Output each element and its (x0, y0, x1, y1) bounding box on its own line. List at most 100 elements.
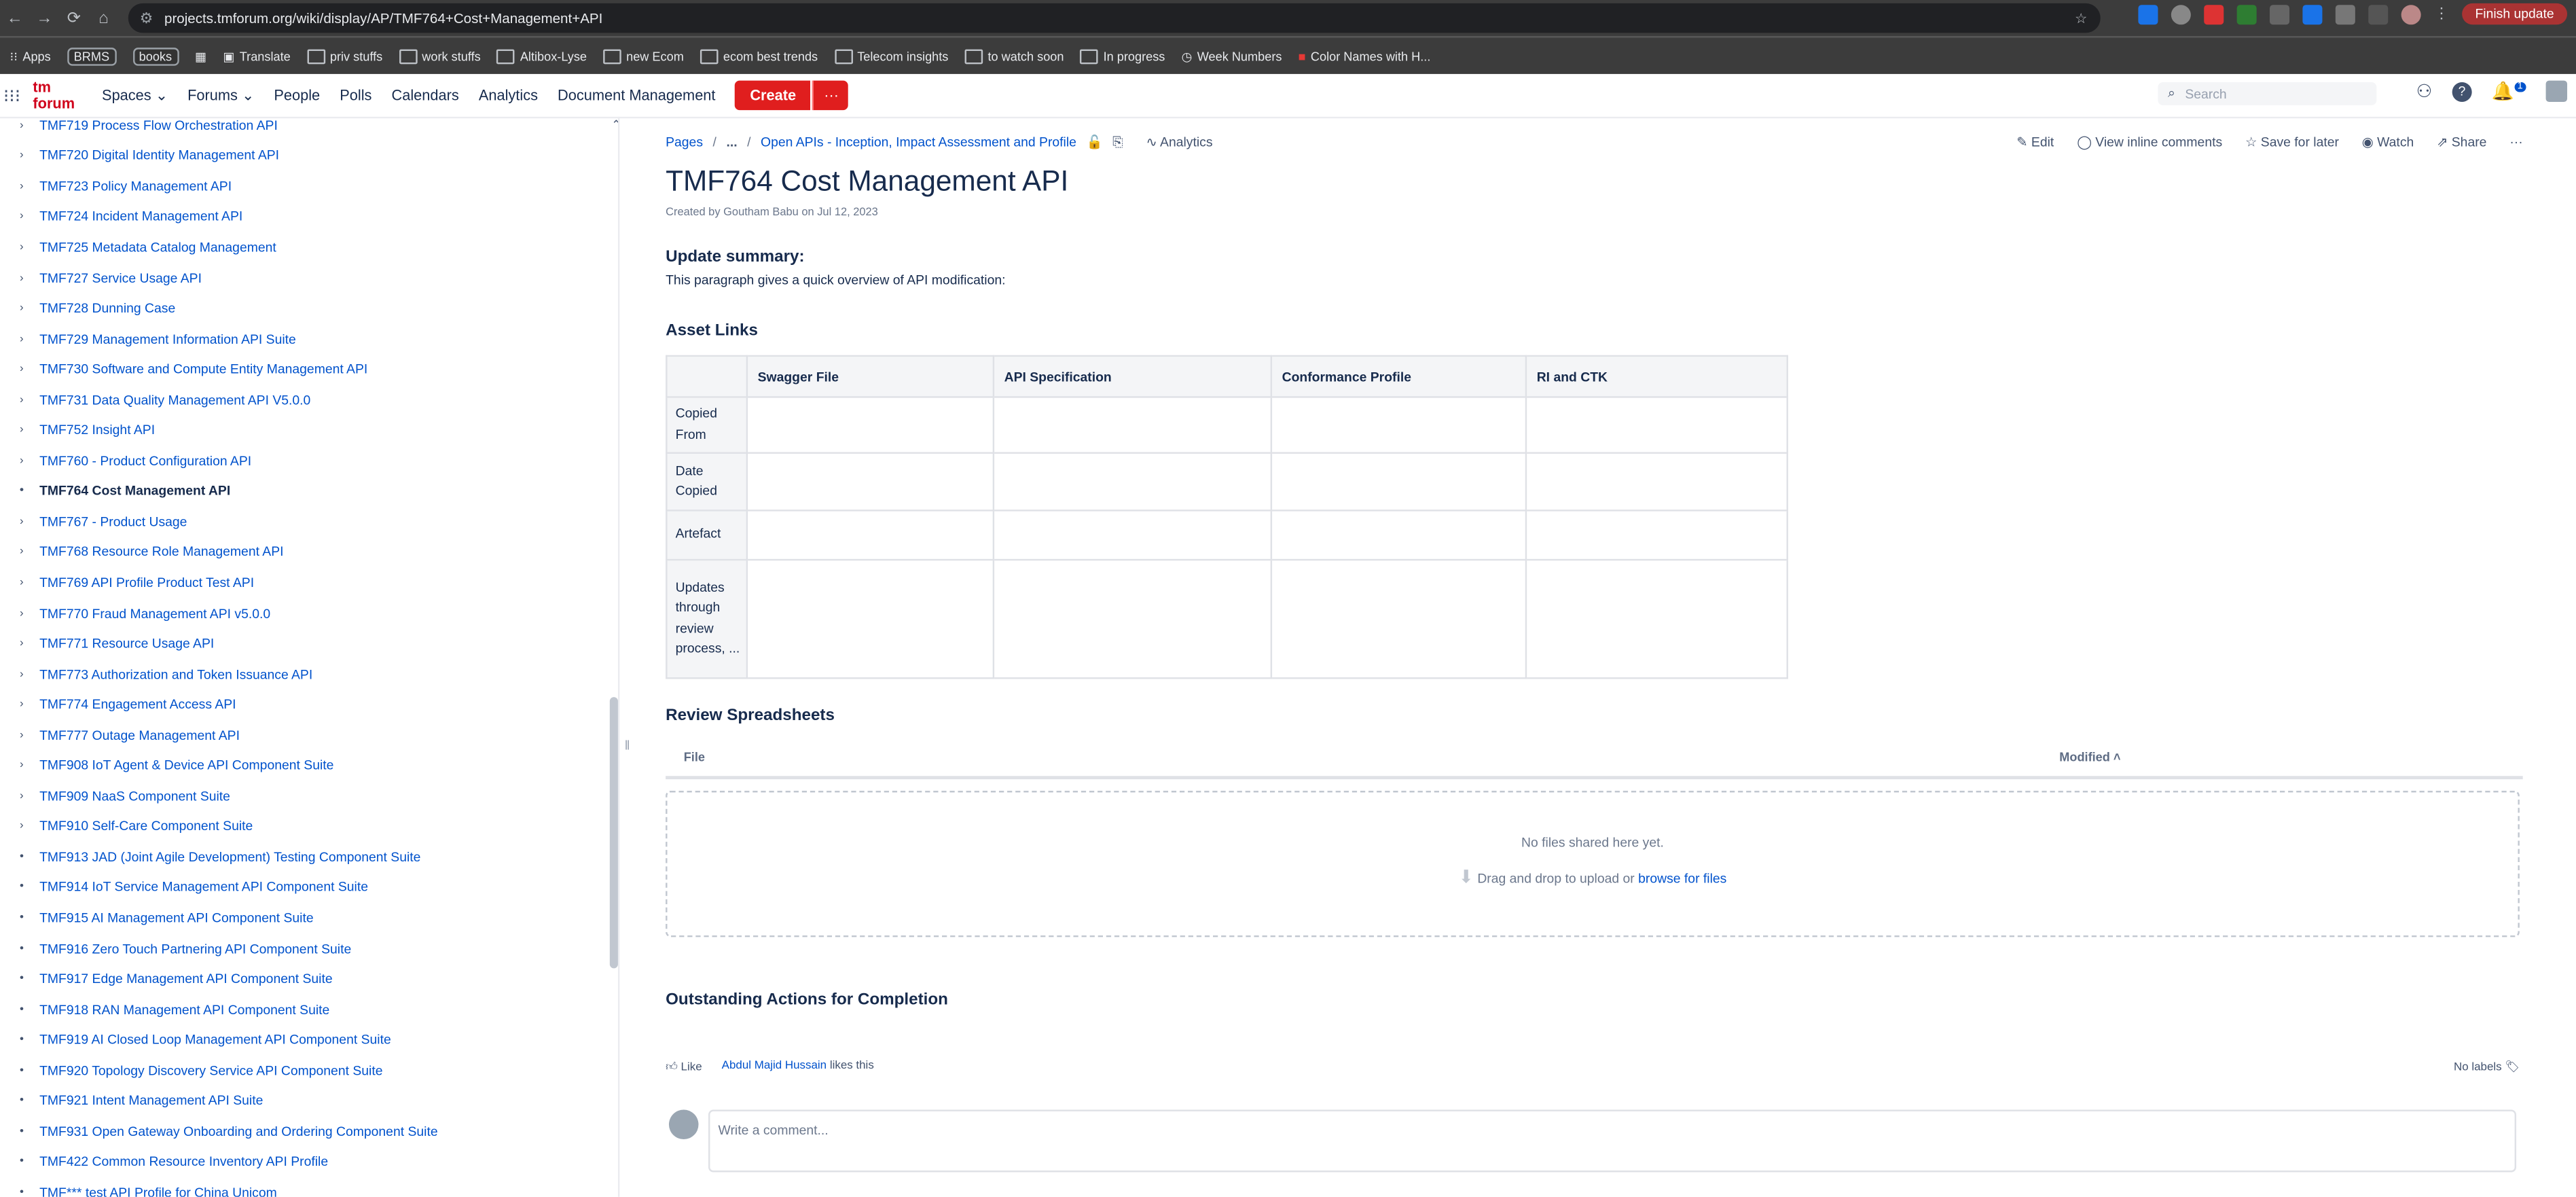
sidebar-tree-item[interactable]: • TMF916 Zero Touch Partnering API Compon… (0, 933, 608, 964)
address-bar[interactable]: ⚙ projects.tmforum.org/wiki/display/AP/T… (128, 3, 2101, 33)
sidebar-tree-item[interactable]: › TMF720 Digital Identity Management API (0, 141, 608, 171)
expand-chevron-icon[interactable]: › (20, 120, 39, 131)
sidebar-item-label[interactable]: TMF768 Resource Role Management API (39, 545, 283, 560)
expand-chevron-icon[interactable]: › (20, 668, 39, 680)
sidebar-item-label[interactable]: TMF729 Management Information API Suite (39, 332, 296, 346)
extensions-puzzle-icon[interactable] (2335, 4, 2355, 24)
sidebar-item-label[interactable]: TMF719 Process Flow Orchestration API (39, 118, 278, 133)
binoculars-icon[interactable]: ⚇ (2416, 81, 2433, 102)
expand-chevron-icon[interactable]: › (20, 791, 39, 802)
sidebar-item-label[interactable]: TMF917 Edge Management API Component Sui… (39, 971, 333, 986)
sidebar-tree-item[interactable]: › TMF773 Authorization and Token Issuance… (0, 659, 608, 690)
restrictions-icon[interactable]: 🔓 (1086, 135, 1102, 151)
sidebar-tree-item[interactable]: › TMF725 Metadata Catalog Management (0, 232, 608, 263)
sidebar-tree-item[interactable]: › TMF769 API Profile Product Test API (0, 567, 608, 598)
nav-spaces[interactable]: Spaces ⌄ (102, 86, 168, 105)
modified-column-header[interactable]: Modified ˄ (2059, 750, 2120, 765)
labels-area[interactable]: No labels 🏷︎ (2454, 1060, 2520, 1073)
url-text[interactable]: projects.tmforum.org/wiki/display/AP/TMF… (164, 10, 602, 26)
reload-icon[interactable]: ⟳ (59, 9, 89, 27)
bookmark-folder[interactable]: Altibox-Lyse (496, 48, 587, 64)
expand-chevron-icon[interactable]: › (20, 607, 39, 619)
notifications-icon[interactable]: 🔔 1 (2492, 81, 2526, 102)
sidebar-item-label[interactable]: TMF773 Authorization and Token Issuance … (39, 667, 312, 682)
extension-icon[interactable] (2171, 4, 2191, 24)
sidebar-tree-item[interactable]: › TMF723 Policy Management API (0, 171, 608, 202)
home-icon[interactable]: ⌂ (89, 9, 119, 27)
expand-chevron-icon[interactable]: › (20, 760, 39, 772)
sidebar-tree-item[interactable]: • TMF921 Intent Management API Suite (0, 1086, 608, 1116)
sidebar-tree-item[interactable]: › TMF909 NaaS Component Suite (0, 781, 608, 812)
extension-icon[interactable] (2138, 4, 2158, 24)
analytics-link[interactable]: ∿ Analytics (1146, 135, 1212, 151)
expand-chevron-icon[interactable]: › (20, 242, 39, 253)
bookmark-folder[interactable]: work stuffs (399, 48, 481, 64)
bookmark-star-icon[interactable]: ☆ (2075, 9, 2087, 27)
sidebar-item-label[interactable]: TMF908 IoT Agent & Device API Component … (39, 758, 333, 773)
expand-chevron-icon[interactable]: › (20, 363, 39, 375)
bookmark-folder[interactable]: priv stuffs (306, 48, 382, 64)
sidebar-tree-item[interactable]: • TMF920 Topology Discovery Service API C… (0, 1056, 608, 1086)
nav-people[interactable]: People (274, 87, 320, 103)
sidebar-item-label[interactable]: TMF728 Dunning Case (39, 301, 175, 316)
extension-icon[interactable] (2269, 4, 2289, 24)
sidebar-tree-item[interactable]: › TMF728 Dunning Case (0, 293, 608, 323)
sidebar-item-label[interactable]: TMF915 AI Management API Component Suite (39, 911, 314, 926)
sidebar-item-label[interactable]: TMF720 Digital Identity Management API (39, 149, 279, 164)
sidebar-item-label[interactable]: TMF921 Intent Management API Suite (39, 1094, 263, 1109)
sidebar-item-label[interactable]: TMF916 Zero Touch Partnering API Compone… (39, 942, 351, 957)
sidebar-tree-item[interactable]: › TMF760 - Product Configuration API (0, 446, 608, 476)
sidebar-tree-item[interactable]: › TMF731 Data Quality Management API V5.0… (0, 385, 608, 415)
sidebar-item-label[interactable]: TMF764 Cost Management API (39, 484, 230, 499)
save-for-later-button[interactable]: ☆ Save for later (2245, 135, 2339, 149)
sidebar-item-label[interactable]: TMF914 IoT Service Management API Compon… (39, 880, 368, 895)
bookmark-color-names[interactable]: ■ Color Names with H... (1299, 48, 1431, 63)
sidebar-item-label[interactable]: TMF727 Service Usage API (39, 270, 202, 285)
help-icon[interactable]: ? (2452, 81, 2472, 101)
sidebar-item-label[interactable]: TMF724 Incident Management API (39, 209, 242, 224)
extension-icon[interactable] (2236, 4, 2257, 24)
expand-chevron-icon[interactable]: › (20, 546, 39, 558)
user-avatar[interactable] (2545, 80, 2568, 103)
sidebar-tree-item[interactable]: • TMF917 Edge Management API Component Su… (0, 964, 608, 995)
expand-chevron-icon[interactable]: › (20, 455, 39, 467)
breadcrumb-ellipsis[interactable]: ... (726, 135, 737, 151)
expand-chevron-icon[interactable]: › (20, 150, 39, 162)
sidebar-tree-item[interactable]: • TMF*** test API Profile for China Unico… (0, 1177, 608, 1197)
search-input[interactable]: ⌕ Search (2158, 82, 2377, 105)
sidebar-tree-item[interactable]: › TMF768 Resource Role Management API (0, 537, 608, 568)
sidebar-item-label[interactable]: TMF731 Data Quality Management API V5.0.… (39, 393, 310, 408)
expand-chevron-icon[interactable]: › (20, 181, 39, 192)
sidebar-tree-item[interactable]: › TMF771 Resource Usage API (0, 628, 608, 659)
back-icon[interactable]: ← (0, 9, 30, 27)
extension-icon[interactable] (2302, 4, 2323, 24)
sidebar-item-label[interactable]: TMF422 Common Resource Inventory API Pro… (39, 1155, 328, 1170)
nav-document-management[interactable]: Document Management (558, 87, 715, 103)
bookmark-books[interactable]: books (132, 46, 179, 65)
file-column-header[interactable]: File (684, 750, 705, 765)
expand-chevron-icon[interactable]: › (20, 699, 39, 711)
expand-chevron-icon[interactable]: › (20, 394, 39, 406)
breadcrumb-pages[interactable]: Pages (666, 135, 703, 151)
profile-avatar-icon[interactable] (2401, 4, 2421, 24)
bookmark-folder[interactable]: ecom best trends (700, 48, 818, 64)
sidebar-tree-item[interactable]: • TMF919 AI Closed Loop Management API Co… (0, 1025, 608, 1056)
sidebar-item-label[interactable]: TMF920 Topology Discovery Service API Co… (39, 1063, 382, 1078)
sidebar-tree-item[interactable]: › TMF767 - Product Usage (0, 507, 608, 537)
liker-link[interactable]: Abdul Majid Hussain (722, 1060, 827, 1072)
reading-list-icon[interactable] (2368, 4, 2389, 24)
sidebar-item-label[interactable]: TMF770 Fraud Management API v5.0.0 (39, 606, 270, 621)
nav-forums[interactable]: Forums ⌄ (187, 86, 254, 105)
sidebar-item-label[interactable]: TMF752 Insight API (39, 423, 155, 438)
bookmark-folder[interactable]: Telecom insights (834, 48, 948, 64)
file-drop-zone[interactable]: No files shared here yet. ⬇ Drag and dro… (666, 791, 2520, 937)
create-button[interactable]: Create (735, 80, 811, 111)
expand-chevron-icon[interactable]: › (20, 730, 39, 741)
nav-calendars[interactable]: Calendars (391, 87, 458, 103)
sidebar-tree-item[interactable]: • TMF914 IoT Service Management API Compo… (0, 872, 608, 903)
site-info-icon[interactable]: ⚙ (128, 9, 164, 27)
sidebar-item-label[interactable]: TMF919 AI Closed Loop Management API Com… (39, 1033, 391, 1048)
bookmark-tabs-icon[interactable]: ▦ (195, 48, 206, 63)
comment-input[interactable]: Write a comment... (708, 1109, 2517, 1173)
sidebar-item-label[interactable]: TMF931 Open Gateway Onboarding and Order… (39, 1124, 438, 1139)
